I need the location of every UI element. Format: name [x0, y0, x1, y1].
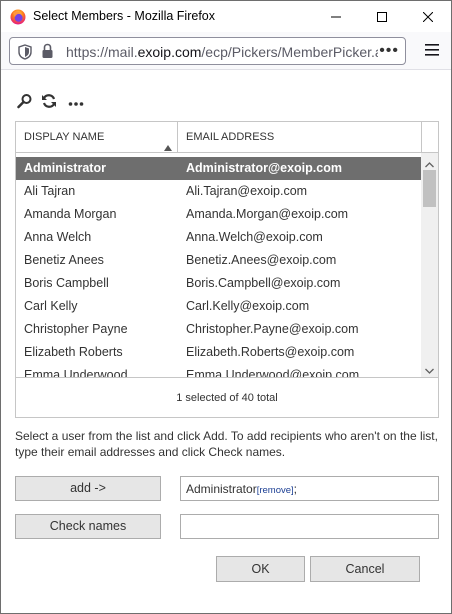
selection-count: 1 selected of 40 total [16, 377, 438, 417]
cell-display-name: Benetiz Anees [24, 253, 104, 267]
cell-email-address: Anna.Welch@exoip.com [186, 230, 323, 244]
menu-hamburger-icon[interactable] [425, 44, 439, 59]
address-bar[interactable]: https://mail.exoip.com/ecp/Pickers/Membe… [9, 37, 406, 65]
table-row[interactable]: Anna Welch Anna.Welch@exoip.com [16, 226, 421, 249]
cell-email-address: Christopher.Payne@exoip.com [186, 322, 359, 336]
cell-email-address: Benetiz.Anees@exoip.com [186, 253, 337, 267]
scroll-down-arrow-icon[interactable] [425, 363, 434, 377]
table-row[interactable]: Amanda Morgan Amanda.Morgan@exoip.com [16, 203, 421, 226]
select-members-window: Select Members - Mozilla Firefox https:/… [0, 0, 452, 614]
instructions-text: Select a user from the list and click Ad… [15, 429, 438, 459]
maximize-button[interactable] [359, 1, 405, 32]
table-row[interactable]: Benetiz Anees Benetiz.Anees@exoip.com [16, 249, 421, 272]
cell-email-address: Elizabeth.Roberts@exoip.com [186, 345, 355, 359]
tracking-protection-shield-icon[interactable] [18, 44, 32, 63]
cell-email-address: Carl.Kelly@exoip.com [186, 299, 310, 313]
url-prefix: https://mail. [66, 44, 138, 60]
title-bar: Select Members - Mozilla Firefox [1, 1, 451, 32]
grid-header: DISPLAY NAME EMAIL ADDRESS [16, 122, 438, 153]
table-row[interactable]: Boris Campbell Boris.Campbell@exoip.com [16, 272, 421, 295]
lock-icon[interactable] [41, 43, 54, 62]
check-names-input[interactable] [180, 514, 439, 539]
cancel-button[interactable]: Cancel [310, 556, 420, 582]
cell-email-address: Ali.Tajran@exoip.com [186, 184, 308, 198]
scrollbar-thumb[interactable] [423, 170, 436, 207]
cell-display-name: Anna Welch [24, 230, 92, 244]
cell-display-name: Emma Underwood [24, 368, 128, 377]
url-domain: exoip.com [137, 44, 202, 60]
cell-email-address: Emma.Underwood@exoip.com [186, 368, 360, 377]
cell-display-name: Carl Kelly [24, 299, 78, 313]
navigation-bar: https://mail.exoip.com/ecp/Pickers/Membe… [1, 32, 451, 70]
grid-rows: Administrator Administrator@exoip.com Al… [16, 157, 421, 377]
column-header-display-name-label: DISPLAY NAME [24, 131, 105, 143]
table-row[interactable]: Elizabeth Roberts Elizabeth.Roberts@exoi… [16, 341, 421, 364]
table-row[interactable]: Christopher Payne Christopher.Payne@exoi… [16, 318, 421, 341]
column-header-email-address[interactable]: EMAIL ADDRESS [178, 122, 422, 152]
more-options-icon[interactable] [68, 97, 84, 113]
selected-recipients-field[interactable]: Administrator[remove]; [180, 476, 439, 501]
cell-display-name: Elizabeth Roberts [24, 345, 123, 359]
search-icon[interactable] [17, 93, 33, 109]
cell-display-name: Ali Tajran [24, 184, 76, 198]
remove-link[interactable]: [remove] [257, 485, 294, 496]
minimize-button[interactable] [313, 1, 359, 32]
cell-email-address: Boris.Campbell@exoip.com [186, 276, 341, 290]
url-text[interactable]: https://mail.exoip.com/ecp/Pickers/Membe… [66, 44, 378, 60]
table-row[interactable]: Emma Underwood Emma.Underwood@exoip.com [16, 364, 421, 377]
cell-display-name: Christopher Payne [24, 322, 128, 336]
table-row[interactable]: Carl Kelly Carl.Kelly@exoip.com [16, 295, 421, 318]
column-header-email-address-label: EMAIL ADDRESS [186, 131, 275, 143]
ok-button[interactable]: OK [216, 556, 305, 582]
cell-display-name: Administrator [24, 161, 106, 175]
cell-email-address: Administrator@exoip.com [186, 161, 342, 175]
add-button[interactable]: add -> [15, 476, 161, 501]
table-row[interactable]: Administrator Administrator@exoip.com [16, 157, 421, 180]
members-grid: DISPLAY NAME EMAIL ADDRESS Administrator… [15, 121, 439, 418]
grid-scrollbar[interactable] [421, 153, 438, 377]
page-actions-more-icon[interactable]: ••• [379, 42, 399, 60]
table-row[interactable]: Ali Tajran Ali.Tajran@exoip.com [16, 180, 421, 203]
window-title: Select Members - Mozilla Firefox [33, 9, 215, 23]
cell-email-address: Amanda.Morgan@exoip.com [186, 207, 349, 221]
scroll-up-arrow-icon[interactable] [425, 157, 434, 171]
check-names-button[interactable]: Check names [15, 514, 161, 539]
close-button[interactable] [405, 1, 451, 32]
firefox-logo-icon [10, 9, 26, 25]
recipient-separator: ; [293, 482, 297, 496]
selected-recipient-name: Administrator [186, 482, 257, 496]
cell-display-name: Amanda Morgan [24, 207, 117, 221]
url-path: /ecp/Pickers/MemberPicker.a [201, 44, 378, 60]
selected-recipient: Administrator[remove]; [186, 482, 297, 496]
column-header-display-name[interactable]: DISPLAY NAME [16, 122, 178, 152]
refresh-icon[interactable] [41, 93, 57, 109]
cell-display-name: Boris Campbell [24, 276, 109, 290]
